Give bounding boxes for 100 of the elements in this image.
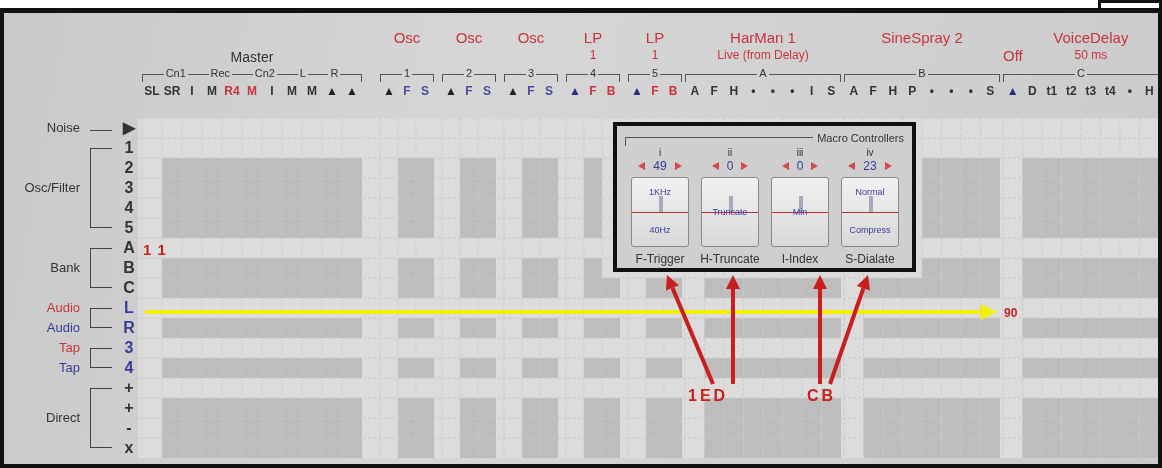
column-label[interactable]: M	[202, 81, 222, 99]
column-label[interactable]: •	[961, 81, 981, 99]
column-label[interactable]: F	[584, 81, 602, 99]
column-label[interactable]: I	[262, 81, 282, 99]
right-triangle-icon[interactable]	[674, 161, 682, 170]
column-label[interactable]: M	[282, 81, 302, 99]
module-subtitle: 1	[651, 47, 659, 64]
annotation-text: CB	[807, 386, 837, 406]
column-label[interactable]: •	[922, 81, 942, 99]
column-label[interactable]: I	[182, 81, 202, 99]
column-label[interactable]: t1	[1042, 81, 1062, 99]
right-triangle-icon[interactable]	[884, 161, 892, 170]
bracket-line	[474, 74, 496, 82]
row-label[interactable]: -	[120, 418, 138, 438]
column-label[interactable]: •	[743, 81, 763, 99]
controller-numeral: ii	[727, 146, 733, 159]
row-label[interactable]: 5	[120, 218, 138, 238]
column-label[interactable]: •	[941, 81, 961, 99]
module-title: LP	[645, 29, 665, 47]
bracket-line	[380, 74, 402, 82]
bracket-label: 1	[402, 66, 412, 81]
column-label[interactable]: S	[540, 81, 558, 99]
bracket-line	[504, 74, 526, 82]
row-label[interactable]: 1	[120, 138, 138, 158]
column-label[interactable]: F	[398, 81, 416, 99]
bracket-label: L	[298, 66, 307, 81]
left-triangle-icon[interactable]	[711, 161, 719, 170]
column-label[interactable]: ▲	[566, 81, 584, 99]
column-label[interactable]: A	[844, 81, 864, 99]
row-label[interactable]: ▶	[120, 118, 138, 138]
column-label[interactable]: F	[704, 81, 724, 99]
slider-top-label: Normal	[854, 186, 886, 198]
slider-control[interactable]: Normal Compress	[841, 176, 899, 247]
slider-control[interactable]: 1KHz 40Hz	[631, 176, 689, 247]
column-label[interactable]: SL	[142, 81, 162, 99]
controller-name: I-Index	[781, 250, 819, 267]
column-label[interactable]: ▲	[322, 81, 342, 99]
column-label[interactable]: ▲	[628, 81, 646, 99]
row-label[interactable]: +	[120, 378, 138, 398]
bracket-line	[566, 74, 588, 82]
column-label[interactable]: H	[1139, 81, 1158, 99]
column-label[interactable]: P	[902, 81, 922, 99]
column-label[interactable]: •	[782, 81, 802, 99]
column-label[interactable]: S	[416, 81, 434, 99]
module-title: Osc	[455, 29, 483, 47]
controller-numeral: iv	[866, 146, 874, 159]
column-label[interactable]: F	[646, 81, 664, 99]
right-triangle-icon[interactable]	[811, 161, 819, 170]
annotation-text: 1ED	[688, 386, 729, 406]
row-group-label: Direct	[45, 409, 81, 427]
row-label[interactable]: 4	[120, 358, 138, 378]
column-label[interactable]: t3	[1081, 81, 1101, 99]
column-label[interactable]: ▲	[1003, 81, 1023, 99]
column-label[interactable]: t4	[1100, 81, 1120, 99]
right-triangle-icon[interactable]	[741, 161, 749, 170]
column-label[interactable]: F	[522, 81, 540, 99]
column-label[interactable]: F	[460, 81, 478, 99]
column-label[interactable]: ▲	[442, 81, 460, 99]
row-label[interactable]: +	[120, 398, 138, 418]
left-triangle-icon[interactable]	[848, 161, 856, 170]
row-label[interactable]: L	[120, 298, 138, 318]
column-label[interactable]: H	[883, 81, 903, 99]
row-label[interactable]: x	[120, 438, 138, 458]
column-label[interactable]: SR	[162, 81, 182, 99]
column-label[interactable]: D	[1022, 81, 1042, 99]
column-label[interactable]: S	[821, 81, 841, 99]
row-label[interactable]: C	[120, 278, 138, 298]
module-title: VoiceDelay	[1053, 29, 1129, 47]
annotation-text: 90	[1004, 305, 1018, 322]
column-label[interactable]: B	[664, 81, 682, 99]
column-label[interactable]: B	[602, 81, 620, 99]
column-label[interactable]: H	[724, 81, 744, 99]
row-label[interactable]: A	[120, 238, 138, 258]
row-label[interactable]: 4	[120, 198, 138, 218]
row-label[interactable]: 3	[120, 338, 138, 358]
column-label[interactable]: ▲	[342, 81, 362, 99]
slider-top-label: 1KHz	[648, 186, 672, 198]
left-triangle-icon[interactable]	[781, 161, 789, 170]
column-label[interactable]: I	[802, 81, 822, 99]
column-label[interactable]: t2	[1061, 81, 1081, 99]
bracket-label: Cn1	[164, 66, 187, 81]
row-label[interactable]: B	[120, 258, 138, 278]
column-label[interactable]: F	[863, 81, 883, 99]
row-label[interactable]: 3	[120, 178, 138, 198]
row-label[interactable]: 2	[120, 158, 138, 178]
column-label[interactable]: A	[685, 81, 705, 99]
bracket-label: A	[758, 66, 768, 81]
bracket-label: 5	[650, 66, 660, 81]
column-label[interactable]: ▲	[380, 81, 398, 99]
row-label[interactable]: R	[120, 318, 138, 338]
column-label[interactable]: •	[1120, 81, 1140, 99]
annotation-text: 1 1	[143, 240, 167, 260]
column-label[interactable]: S	[478, 81, 496, 99]
row-group-label: Audio	[45, 319, 81, 337]
module-title: LP	[583, 29, 603, 47]
left-triangle-icon[interactable]	[638, 161, 646, 170]
column-label[interactable]: M	[302, 81, 322, 99]
column-label[interactable]: •	[763, 81, 783, 99]
column-label[interactable]: S	[980, 81, 1000, 99]
column-label[interactable]: ▲	[504, 81, 522, 99]
